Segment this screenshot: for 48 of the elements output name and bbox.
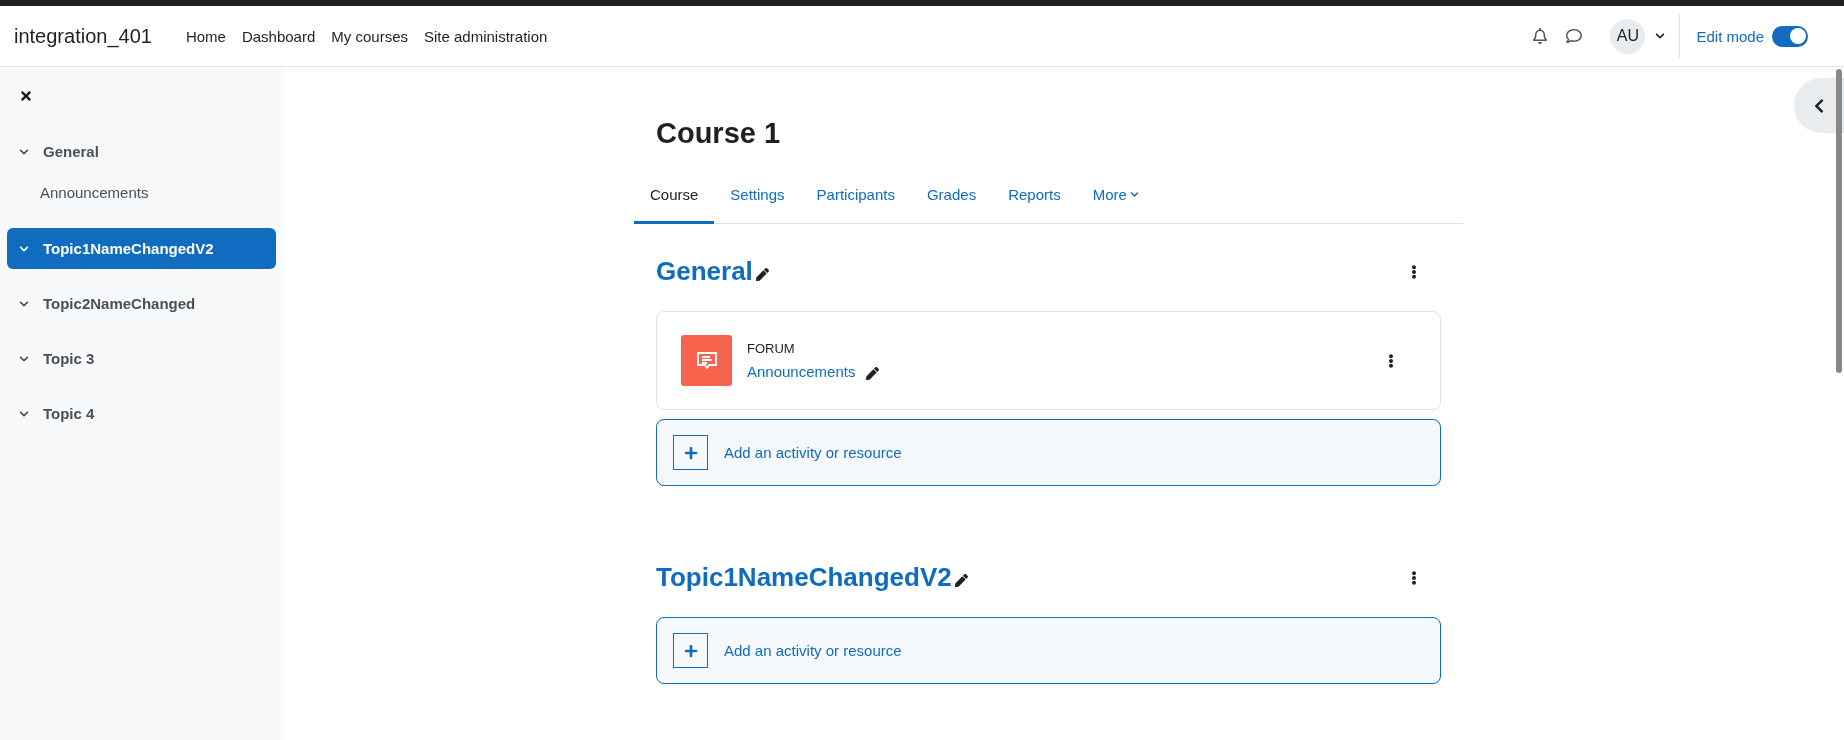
- sidebar-section-item[interactable]: Topic2NameChanged: [7, 283, 276, 324]
- section-label: Topic1NameChangedV2: [43, 240, 214, 257]
- caret-icon[interactable]: [1655, 31, 1666, 41]
- section-label: Topic2NameChanged: [43, 295, 196, 312]
- chevron-down-icon[interactable]: [19, 408, 29, 419]
- activity-link[interactable]: Announcements: [747, 362, 856, 380]
- site-name[interactable]: integration_401: [14, 24, 152, 48]
- course-tab[interactable]: Grades: [910, 172, 993, 224]
- chevron-down-icon[interactable]: [19, 353, 29, 364]
- nav-link[interactable]: Dashboard: [241, 27, 316, 45]
- sidebar-section-item[interactable]: Topic 3: [7, 338, 276, 379]
- course-tab[interactable]: More: [1076, 172, 1155, 224]
- edit-mode-toggle[interactable]: [1772, 25, 1808, 47]
- edit-pencil-icon[interactable]: [755, 267, 769, 281]
- add-activity-button[interactable]: Add an activity or resource: [656, 419, 1441, 486]
- course-tab[interactable]: Participants: [800, 172, 911, 224]
- add-activity-button[interactable]: Add an activity or resource: [656, 617, 1441, 684]
- course-tab[interactable]: Settings: [714, 172, 801, 224]
- course-tab[interactable]: Reports: [992, 172, 1077, 224]
- section-label: Topic 4: [43, 405, 95, 422]
- chevron-down-icon[interactable]: [19, 298, 29, 309]
- section-title[interactable]: Topic1NameChangedV2: [656, 562, 952, 593]
- nav-link[interactable]: Home: [185, 27, 226, 45]
- nav-link[interactable]: My courses: [331, 27, 408, 45]
- course-title: Course 1: [656, 117, 782, 150]
- plus-icon: [683, 643, 698, 658]
- nav-link[interactable]: Site administration: [424, 27, 548, 45]
- activity-type: FORUM: [747, 341, 796, 356]
- edit-pencil-icon[interactable]: [954, 573, 968, 587]
- sidebar-activity-item[interactable]: Announcements: [7, 178, 276, 206]
- chevron-down-icon[interactable]: [19, 243, 29, 254]
- edit-pencil-icon[interactable]: [866, 367, 880, 380]
- sidebar-section-item[interactable]: Topic1NameChangedV2: [7, 228, 276, 269]
- forum-icon: [681, 335, 732, 386]
- section-label: General: [43, 143, 99, 160]
- sidebar-section-item[interactable]: General: [7, 131, 276, 172]
- section-title[interactable]: General: [656, 256, 753, 287]
- notifications-icon[interactable]: [1532, 28, 1549, 44]
- sidebar-section-item[interactable]: Topic 4: [7, 393, 276, 434]
- plus-icon: [683, 445, 698, 460]
- user-avatar[interactable]: AU: [1610, 18, 1646, 54]
- section-label: Topic 3: [43, 350, 95, 367]
- caret-icon: [1129, 190, 1139, 199]
- edit-mode-label: Edit mode: [1696, 27, 1764, 45]
- close-icon[interactable]: [19, 89, 33, 103]
- course-tab[interactable]: Course: [634, 172, 715, 224]
- chevron-down-icon[interactable]: [19, 146, 29, 157]
- messages-icon[interactable]: [1566, 28, 1583, 44]
